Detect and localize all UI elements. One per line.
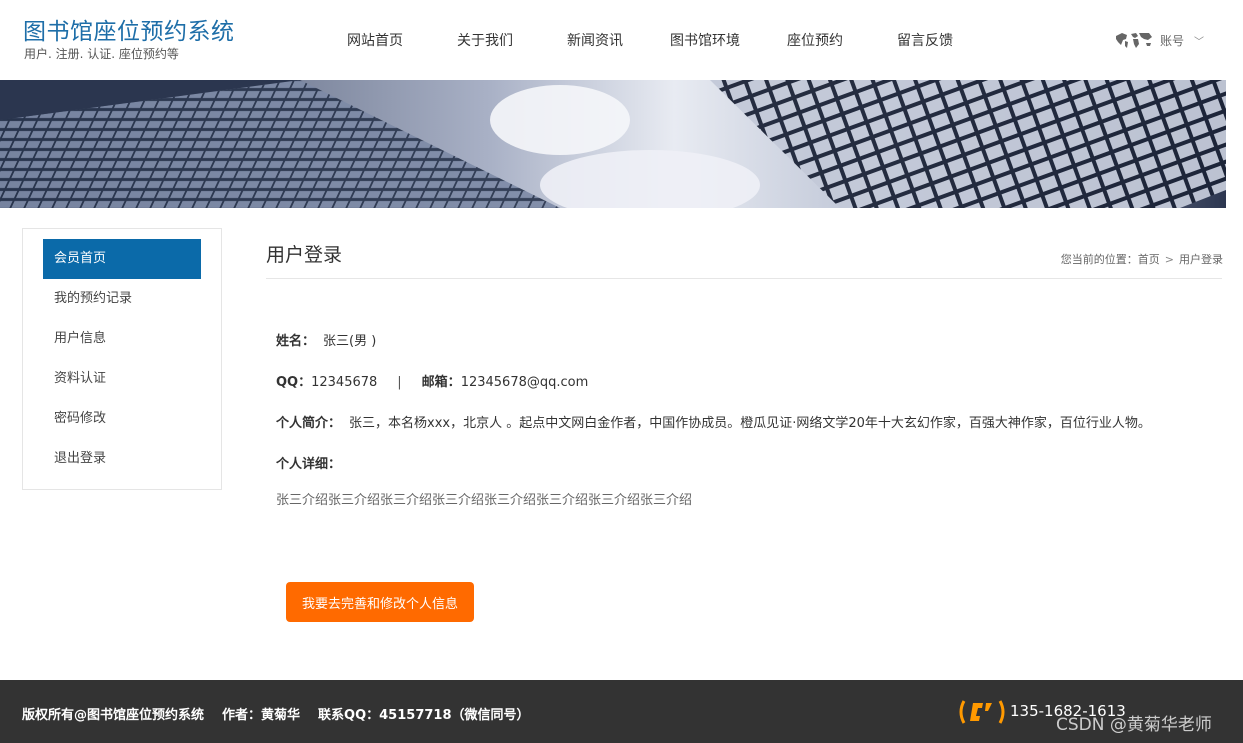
banner-image	[0, 80, 1226, 208]
sidebar-item-booking-records[interactable]: 我的预约记录	[43, 279, 201, 319]
nav-news[interactable]: 新闻资讯	[540, 30, 650, 52]
site-subtitle: 用户. 注册. 认证. 座位预约等	[24, 47, 179, 61]
phone-icon	[959, 700, 1005, 724]
main-nav: 网站首页 关于我们 新闻资讯 图书馆环境 座位预约 留言反馈	[320, 30, 980, 52]
footer-author: 作者：黄菊华	[222, 708, 301, 723]
email-value: 12345678@qq.com	[460, 375, 589, 390]
page-title: 用户登录	[266, 244, 343, 266]
sidebar-item-verification[interactable]: 资料认证	[43, 359, 201, 399]
detail-label: 个人详细：	[276, 457, 342, 472]
detail-value: 张三介绍张三介绍张三介绍张三介绍张三介绍张三介绍张三介绍张三介绍	[276, 493, 693, 508]
chevron-down-icon: ﹀	[1194, 36, 1205, 48]
account-label: 账号	[1160, 33, 1185, 48]
nav-seat-booking[interactable]: 座位预约	[760, 30, 870, 52]
intro-value: 张三，本名杨xxx，北京人 。起点中文网白金作者，中国作协成员。橙瓜见证·网络文…	[349, 416, 1151, 431]
qq-label: QQ：	[276, 375, 312, 390]
site-footer: 版权所有@图书馆座位预约系统 作者：黄菊华 联系QQ：45157718（微信同号） …	[0, 680, 1243, 743]
footer-copyright: 版权所有@图书馆座位预约系统	[22, 708, 205, 723]
sidebar-item-user-info[interactable]: 用户信息	[43, 319, 201, 359]
breadcrumb-home-link[interactable]: 首页	[1138, 253, 1160, 266]
intro-label: 个人简介：	[276, 416, 342, 431]
csdn-watermark: CSDN @黄菊华老师	[1056, 715, 1212, 735]
name-value: 张三(男 )	[323, 334, 377, 349]
email-label: 邮箱：	[421, 375, 461, 390]
sidebar-item-logout[interactable]: 退出登录	[43, 439, 201, 479]
nav-feedback[interactable]: 留言反馈	[870, 30, 980, 52]
world-map-icon	[1116, 33, 1152, 48]
edit-profile-button[interactable]: 我要去完善和修改个人信息	[286, 582, 474, 622]
skyscraper-banner-graphic	[0, 80, 1226, 208]
field-divider: |	[397, 375, 402, 390]
breadcrumb: 您当前的位置：首页 > 用户登录	[1061, 251, 1223, 267]
site-header: 图书馆座位预约系统 用户. 注册. 认证. 座位预约等 网站首页 关于我们 新闻…	[0, 0, 1243, 80]
footer-info: 版权所有@图书馆座位预约系统 作者：黄菊华 联系QQ：45157718（微信同号）	[22, 704, 548, 723]
member-sidebar: 会员首页 我的预约记录 用户信息 资料认证 密码修改 退出登录	[22, 228, 222, 490]
name-label: 姓名：	[276, 334, 316, 349]
detail-label-row: 个人详细：	[276, 453, 341, 472]
intro-row: 个人简介： 张三，本名杨xxx，北京人 。起点中文网白金作者，中国作协成员。橙瓜见…	[276, 412, 1151, 431]
sidebar-item-change-password[interactable]: 密码修改	[43, 399, 201, 439]
sidebar-item-member-home[interactable]: 会员首页	[43, 239, 201, 279]
account-menu[interactable]: 账号 ﹀	[1114, 30, 1204, 50]
title-divider	[266, 278, 1222, 279]
qq-value: 12345678	[311, 375, 378, 390]
site-title[interactable]: 图书馆座位预约系统	[23, 12, 235, 46]
name-row: 姓名： 张三(男 )	[276, 330, 376, 349]
nav-environment[interactable]: 图书馆环境	[650, 30, 760, 52]
contact-row: QQ：12345678 | 邮箱：12345678@qq.com	[276, 371, 588, 390]
footer-contact: 联系QQ：45157718（微信同号）	[318, 708, 530, 723]
nav-home[interactable]: 网站首页	[320, 30, 430, 52]
breadcrumb-prefix: 您当前的位置：	[1060, 253, 1138, 266]
nav-about[interactable]: 关于我们	[430, 30, 540, 52]
breadcrumb-current: 用户登录	[1179, 253, 1223, 266]
breadcrumb-separator: >	[1164, 253, 1174, 266]
